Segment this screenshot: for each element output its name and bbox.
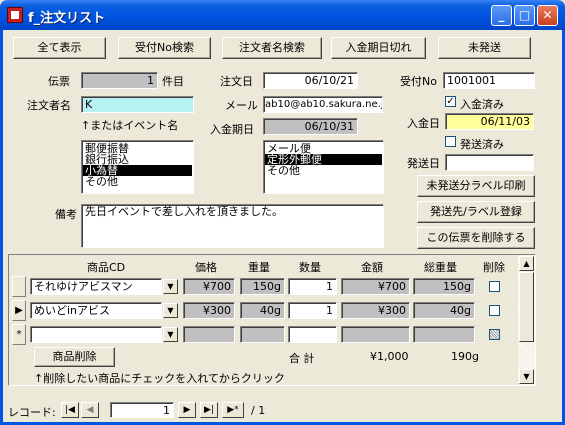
due-date-field[interactable]: 06/10/31 <box>263 118 358 135</box>
dropdown-arrow-icon[interactable]: ▼ <box>163 279 178 294</box>
total-weight: 190g <box>451 350 479 363</box>
customer-search-button[interactable]: 注文者名検索 <box>222 37 322 59</box>
total-weight-field[interactable]: 150g <box>413 278 475 295</box>
dropdown-arrow-icon[interactable]: ▼ <box>163 303 178 318</box>
total-weight-field[interactable]: 40g <box>413 302 475 319</box>
payment-method-list[interactable]: 郵便振替 銀行振込 小為替 その他 <box>81 140 194 194</box>
total-weight-field-new[interactable] <box>413 326 475 343</box>
paid-label: 入金済み <box>460 98 504 111</box>
delete-checkbox[interactable] <box>489 281 500 292</box>
notes-label: 備考 <box>55 208 77 221</box>
ship-date-field[interactable] <box>445 154 534 171</box>
customer-label: 注文者名 <box>27 99 71 112</box>
record-total: / 1 <box>251 404 266 417</box>
price-field-new[interactable] <box>183 326 235 343</box>
register-shipping-button[interactable]: 発送先/ラベル登録 <box>417 201 535 223</box>
total-amount: ¥1,000 <box>370 350 409 363</box>
receipt-search-button[interactable]: 受付No検索 <box>118 37 211 59</box>
close-button[interactable]: ✕ <box>537 5 558 26</box>
scroll-down-arrow-icon[interactable]: ▼ <box>519 369 534 384</box>
price-field[interactable]: ¥300 <box>183 302 235 319</box>
amount-field-new[interactable] <box>341 326 410 343</box>
denpyo-unit: 件目 <box>162 75 184 88</box>
next-record-icon[interactable]: ▶ <box>178 402 196 418</box>
qty-field[interactable]: 1 <box>288 302 337 319</box>
prev-record-icon[interactable]: ◀ <box>81 402 99 418</box>
customer-name-field[interactable]: K <box>81 96 194 113</box>
order-date-label: 注文日 <box>220 75 253 88</box>
print-labels-button[interactable]: 未発送分ラベル印刷 <box>417 175 535 197</box>
row-selector-current[interactable]: ▶ <box>12 300 26 321</box>
order-date-field[interactable]: 06/10/21 <box>263 72 358 89</box>
weight-field[interactable]: 150g <box>240 278 285 295</box>
scrollbar-thumb[interactable] <box>519 272 534 342</box>
total-label: 合 計 <box>289 352 315 365</box>
product-combo[interactable]: めいどinアビス <box>30 302 162 319</box>
column-header-weight: 重量 <box>248 261 270 274</box>
current-record-field[interactable]: 1 <box>110 402 174 418</box>
customer-hint: ↑またはイベント名 <box>81 119 179 132</box>
delete-slip-button[interactable]: この伝票を削除する <box>417 227 535 249</box>
form-icon <box>7 7 23 23</box>
receipt-no-label: 受付No <box>400 75 437 88</box>
unshipped-button[interactable]: 未発送 <box>438 37 531 59</box>
mail-field[interactable]: ab10@ab10.sakura.ne.jp <box>263 96 383 113</box>
price-field[interactable]: ¥700 <box>183 278 235 295</box>
weight-field-new[interactable] <box>240 326 285 343</box>
last-record-icon[interactable]: ▶| <box>200 402 218 418</box>
weight-field[interactable]: 40g <box>240 302 285 319</box>
product-combo[interactable]: それゆけアビスマン <box>30 278 162 295</box>
delete-product-button[interactable]: 商品削除 <box>34 347 115 367</box>
paid-checkbox[interactable]: ✓ <box>445 96 456 107</box>
column-header-delete: 削除 <box>483 261 505 274</box>
delete-checkbox[interactable] <box>489 305 500 316</box>
paid-date-label: 入金日 <box>407 117 440 130</box>
qty-field[interactable]: 1 <box>288 278 337 295</box>
ship-date-label: 発送日 <box>407 157 440 170</box>
denpyo-field[interactable]: 1 <box>81 72 158 89</box>
paid-date-field[interactable]: 06/11/03 <box>445 113 534 130</box>
column-header-product: 商品CD <box>87 261 126 274</box>
dropdown-arrow-icon[interactable]: ▼ <box>163 327 178 342</box>
column-header-price: 価格 <box>195 261 217 274</box>
notes-field[interactable]: 先日イベントで差し入れを頂きました。 <box>81 204 384 248</box>
new-row-selector[interactable]: * <box>12 324 26 345</box>
column-header-total-weight: 総重量 <box>424 261 457 274</box>
denpyo-label: 伝票 <box>48 75 70 88</box>
product-combo-new[interactable] <box>30 326 162 343</box>
maximize-button[interactable]: □ <box>514 5 535 26</box>
delete-checkbox-new <box>489 329 500 340</box>
show-all-button[interactable]: 全て表示 <box>13 37 106 59</box>
amount-field[interactable]: ¥300 <box>341 302 410 319</box>
qty-field-new[interactable] <box>288 326 337 343</box>
column-header-qty: 数量 <box>299 261 321 274</box>
payment-option[interactable]: その他 <box>83 176 192 187</box>
shipped-label: 発送済み <box>460 138 504 151</box>
delete-hint: ↑削除したい商品にチェックを入れてからクリック <box>34 372 285 385</box>
record-label: レコード: <box>8 406 56 419</box>
amount-field[interactable]: ¥700 <box>341 278 410 295</box>
mail-label: メール <box>225 99 258 112</box>
window-title: f_注文リスト <box>28 11 106 26</box>
shipping-option[interactable]: その他 <box>265 165 382 176</box>
shipped-checkbox[interactable] <box>445 136 456 147</box>
receipt-no-field[interactable]: 1001001 <box>443 72 535 89</box>
title-bar[interactable]: f_注文リスト _ □ ✕ <box>0 0 565 30</box>
column-header-amount: 金額 <box>361 261 383 274</box>
due-date-label: 入金期日 <box>210 123 254 136</box>
shipping-method-list[interactable]: メール便 定形外郵便 その他 <box>263 140 384 194</box>
row-selector[interactable] <box>12 276 26 297</box>
overdue-button[interactable]: 入金期日切れ <box>331 37 426 59</box>
first-record-icon[interactable]: |◀ <box>61 402 79 418</box>
new-record-icon[interactable]: ▶* <box>222 402 244 418</box>
minimize-button[interactable]: _ <box>491 5 512 26</box>
scroll-up-arrow-icon[interactable]: ▲ <box>519 256 534 271</box>
